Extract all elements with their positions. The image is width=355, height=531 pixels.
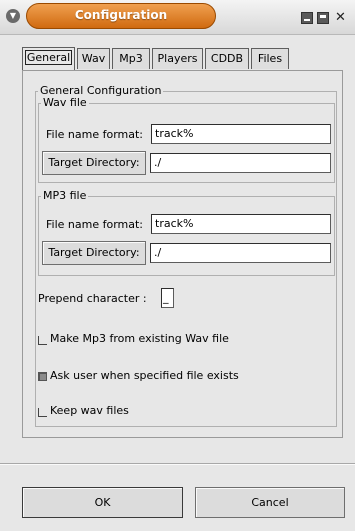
keep-wav-label: Keep wav files bbox=[50, 404, 129, 417]
tab-wav-label: Wav bbox=[81, 52, 106, 65]
tab-cddb-label: CDDB bbox=[210, 52, 244, 65]
ok-button[interactable]: OK bbox=[22, 487, 183, 518]
title-bar[interactable]: ▼ Configuration ✕ bbox=[0, 0, 355, 35]
wav-file-label: Wav file bbox=[43, 96, 87, 109]
title-pill: Configuration bbox=[26, 3, 216, 29]
tab-mp3-label: Mp3 bbox=[119, 52, 143, 65]
tab-mp3[interactable]: Mp3 bbox=[112, 48, 150, 69]
make-mp3-checkbox[interactable] bbox=[38, 336, 47, 345]
tab-players[interactable]: Players bbox=[152, 48, 203, 69]
mp3-file-label: MP3 file bbox=[43, 189, 87, 202]
cancel-button[interactable]: Cancel bbox=[195, 487, 345, 518]
mp3-target-directory-button[interactable]: Target Directory: bbox=[42, 241, 146, 265]
wav-target-directory-button[interactable]: Target Directory: bbox=[42, 151, 146, 175]
tab-players-label: Players bbox=[157, 52, 198, 65]
mp3-format-label: File name format: bbox=[46, 218, 144, 231]
mp3-format-field[interactable]: track% bbox=[151, 214, 331, 234]
tab-cddb[interactable]: CDDB bbox=[205, 48, 249, 69]
close-icon[interactable]: ✕ bbox=[335, 11, 351, 24]
wav-format-label: File name format: bbox=[46, 128, 144, 141]
prepend-character-label: Prepend character : bbox=[38, 292, 147, 305]
tab-files-label: Files bbox=[257, 52, 283, 65]
tab-general-label: General bbox=[24, 50, 73, 65]
keep-wav-checkbox[interactable] bbox=[38, 408, 47, 417]
wav-directory-field[interactable]: ./ bbox=[150, 153, 331, 173]
mp3-directory-field[interactable]: ./ bbox=[150, 243, 331, 263]
chevron-down-icon[interactable]: ▼ bbox=[6, 9, 20, 23]
tab-files[interactable]: Files bbox=[251, 48, 289, 69]
minimize-icon[interactable] bbox=[301, 12, 313, 24]
make-mp3-label: Make Mp3 from existing Wav file bbox=[50, 332, 229, 345]
ask-user-label: Ask user when specified file exists bbox=[50, 369, 239, 382]
tab-wav[interactable]: Wav bbox=[77, 48, 110, 69]
button-separator bbox=[0, 463, 355, 465]
window-title: Configuration bbox=[74, 8, 168, 22]
prepend-character-field[interactable]: _ bbox=[161, 288, 174, 308]
ask-user-checkbox[interactable] bbox=[38, 372, 47, 381]
maximize-icon[interactable] bbox=[317, 12, 329, 24]
tab-general[interactable]: General bbox=[22, 47, 75, 70]
general-tab-page: General Configuration Wav file File name… bbox=[22, 70, 343, 438]
wav-format-field[interactable]: track% bbox=[151, 124, 331, 144]
